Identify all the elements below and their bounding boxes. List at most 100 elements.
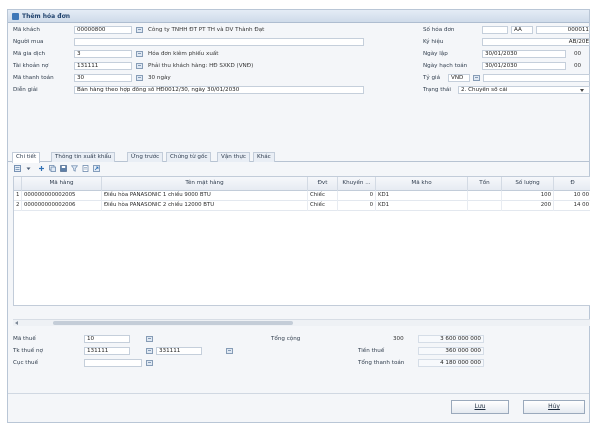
chevron-down-icon	[580, 89, 584, 92]
add-row-icon[interactable]	[38, 165, 45, 172]
invoice-type-desc: Hóa đơn kiêm phiếu xuất	[148, 51, 219, 57]
tab-export-info[interactable]: Thông tin xuất khẩu	[51, 152, 116, 162]
row-number-header	[14, 177, 22, 191]
lookup-icon[interactable]	[226, 348, 233, 354]
unit-cell[interactable]: Chiếc	[308, 201, 338, 211]
scrollbar-thumb[interactable]	[53, 321, 293, 325]
item-name-cell[interactable]: Điều hòa PANASONIC 2 chiều 12000 BTU	[102, 201, 308, 211]
lookup-icon[interactable]	[473, 75, 480, 81]
lookup-icon[interactable]	[146, 336, 153, 342]
totals-panel: Mã thuế 10 Tk thuế nợ 131111 331111 Cục …	[8, 328, 589, 390]
item-name-cell[interactable]: Điều hòa PANASONIC 1 chiều 9000 BTU	[102, 191, 308, 201]
debit-account-label: Tài khoản nợ	[13, 63, 49, 69]
posting-suffix: 00	[574, 63, 582, 69]
column-header-quantity[interactable]: Số lượng	[502, 177, 554, 191]
attach-icon[interactable]	[82, 165, 89, 172]
copy-row-icon[interactable]	[49, 165, 56, 172]
warehouse-cell[interactable]: KD1	[376, 201, 468, 211]
posting-date-input[interactable]: 30/01/2030	[482, 62, 566, 70]
lookup-icon[interactable]	[136, 63, 143, 69]
item-code-cell[interactable]: 000000000002005	[22, 191, 102, 201]
invoice-series-input[interactable]: AA	[511, 26, 533, 34]
grid-footer-line	[36, 305, 126, 306]
invoice-header-form: Mã khách 00000800 Công ty TNHH ĐT PT TH …	[8, 24, 590, 150]
exchange-rate-input[interactable]	[483, 74, 590, 82]
tax-code-input[interactable]: 10	[84, 335, 130, 343]
lookup-icon[interactable]	[136, 27, 143, 33]
scroll-left-icon[interactable]	[15, 321, 18, 325]
lookup-icon[interactable]	[146, 348, 153, 354]
column-header-warehouse[interactable]: Mã kho	[376, 177, 468, 191]
symbol-label: Ký hiệu	[423, 39, 444, 45]
payment-term-input[interactable]: 30	[74, 74, 132, 82]
column-header-price[interactable]: Đ	[554, 177, 590, 191]
invoice-type-input[interactable]: 3	[74, 50, 132, 58]
item-code-cell[interactable]: 000000000002006	[22, 201, 102, 211]
row-number: 1	[14, 191, 22, 201]
customer-code-input[interactable]: 00000800	[74, 26, 132, 34]
tab-source-docs[interactable]: Chứng từ gốc	[166, 152, 212, 162]
save-button[interactable]: Lưu	[451, 400, 509, 414]
date-input[interactable]: 30/01/2030	[482, 50, 566, 58]
horizontal-scrollbar[interactable]	[13, 319, 590, 326]
grand-total-amount: 4 180 000 000	[418, 359, 484, 367]
payment-term-desc: 30 ngày	[148, 75, 171, 81]
buyer-label: Người mua	[13, 39, 44, 45]
promo-cell[interactable]: 0	[338, 201, 376, 211]
tax-bureau-label: Cục thuế	[13, 360, 39, 366]
status-select[interactable]: 2. Chuyển sổ cái	[458, 86, 590, 94]
column-header-unit[interactable]: Đvt	[308, 177, 338, 191]
action-bar: Lưu Hủy	[8, 393, 589, 423]
note-input[interactable]: Bán hàng theo hợp đồng số HĐ0012/30, ngà…	[74, 86, 364, 94]
status-value: 2. Chuyển sổ cái	[461, 87, 508, 93]
table-row[interactable]: 1 000000000002005 Điều hòa PANASONIC 1 c…	[14, 191, 590, 201]
dropdown-arrow-icon[interactable]	[25, 165, 32, 172]
export-icon[interactable]	[93, 165, 100, 172]
payment-term-label: Mã thanh toán	[13, 75, 54, 81]
total-quantity: 300	[393, 336, 404, 342]
filter-icon[interactable]	[70, 165, 79, 172]
currency-input[interactable]: VND	[448, 74, 470, 82]
line-items-grid: Mã hàng Tên mặt hàng Đvt Khuyến ... Mã k…	[13, 176, 590, 306]
promo-cell[interactable]: 0	[338, 191, 376, 201]
debit-account-input[interactable]: 131111	[74, 62, 132, 70]
tax-code-label: Mã thuế	[13, 336, 36, 342]
save-grid-icon[interactable]	[60, 165, 67, 172]
app-icon	[12, 13, 19, 20]
tab-details[interactable]: Chi tiết	[12, 152, 41, 163]
symbol-input[interactable]: AB/20E	[482, 38, 590, 46]
tax-credit-input[interactable]: 331111	[156, 347, 202, 355]
invoice-prefix-input[interactable]	[482, 26, 508, 34]
unit-cell[interactable]: Chiếc	[308, 191, 338, 201]
grid-menu-icon[interactable]	[14, 165, 21, 172]
tab-advance[interactable]: Ứng trước	[127, 152, 164, 162]
tax-debit-input[interactable]: 131111	[84, 347, 130, 355]
warehouse-cell[interactable]: KD1	[376, 191, 468, 201]
tab-other[interactable]: Khác	[253, 152, 275, 162]
price-cell[interactable]: 14 00	[554, 201, 590, 211]
invoice-no-input[interactable]: 000011	[536, 26, 590, 34]
price-cell[interactable]: 10 00	[554, 191, 590, 201]
quantity-cell[interactable]: 100	[502, 191, 554, 201]
invoice-no-label: Số hóa đơn	[423, 27, 455, 33]
quantity-cell[interactable]: 200	[502, 201, 554, 211]
total-label: Tổng cộng	[271, 336, 301, 342]
tax-amount: 360 000 000	[418, 347, 484, 355]
date-suffix: 00	[574, 51, 582, 57]
tax-bureau-input[interactable]	[84, 359, 142, 367]
lookup-icon[interactable]	[136, 75, 143, 81]
column-header-item-code[interactable]: Mã hàng	[22, 177, 102, 191]
window-titlebar: Thêm hóa đơn	[8, 10, 589, 23]
lookup-icon[interactable]	[136, 51, 143, 57]
column-header-stock[interactable]: Tồn	[468, 177, 502, 191]
table-row[interactable]: 2 000000000002006 Điều hòa PANASONIC 2 c…	[14, 201, 590, 211]
lookup-icon[interactable]	[146, 360, 153, 366]
column-header-promo[interactable]: Khuyến ...	[338, 177, 376, 191]
stock-cell	[468, 191, 502, 201]
column-header-item-name[interactable]: Tên mặt hàng	[102, 177, 308, 191]
cancel-button[interactable]: Hủy	[523, 400, 585, 414]
buyer-input[interactable]	[74, 38, 364, 46]
invoice-window: Thêm hóa đơn Mã khách 00000800 Công ty T…	[7, 9, 590, 423]
tab-shipping[interactable]: Vận thực	[217, 152, 250, 162]
note-label: Diễn giải	[13, 87, 38, 93]
